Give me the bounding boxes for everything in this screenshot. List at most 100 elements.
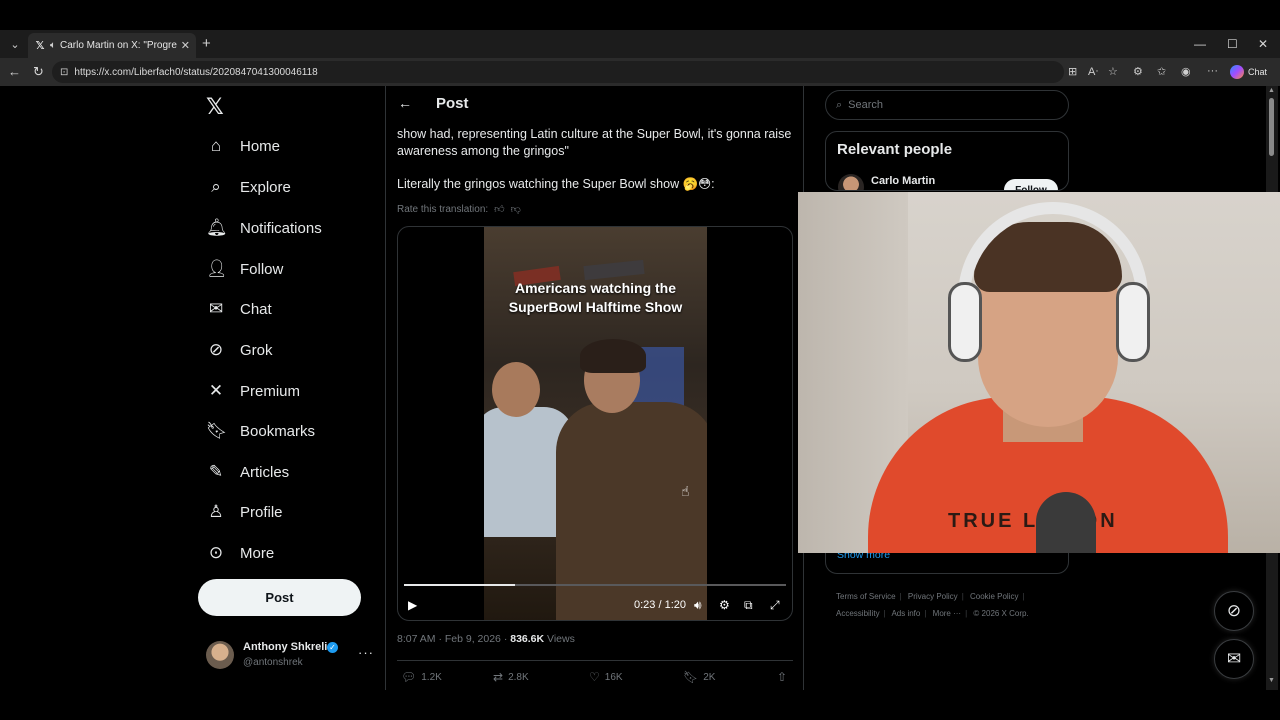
more-link[interactable]: More ··· [933,609,961,618]
fullscreen-icon[interactable]: ⤢ [770,598,780,613]
footer-links: Terms of Service | Privacy Policy | Cookie… [836,588,1066,622]
separator: | [965,609,968,618]
reply-button[interactable]: 💬︎ 1.2K [401,670,442,684]
minimize-icon[interactable]: — [1194,37,1206,51]
refresh-icon[interactable]: ↻ [33,64,44,80]
thumbs-down-icon[interactable]: 👎︎ [511,203,521,215]
avatar [206,641,234,669]
play-icon[interactable]: ▶ [408,598,417,612]
video-person-left-head [492,362,540,417]
nav-item-profile[interactable]: ♙ Profile [206,499,282,525]
microphone [1036,492,1096,553]
search-box[interactable]: ⌕ [825,90,1069,120]
settings-more-icon[interactable]: ··· [1207,65,1218,77]
separator: | [899,592,902,601]
webcam-overlay: TRUE LEGION [798,192,1280,553]
follow-icon: 👤︎ [206,259,228,278]
account-handle: @antonshrek [243,657,303,668]
bookmark-icon: 🔖︎ [206,421,228,440]
x-logo-icon[interactable]: 𝕏 [206,94,224,120]
maximize-icon[interactable]: ☐ [1227,37,1238,51]
x-favicon-icon: 𝕏 [35,40,45,52]
video-caption-line: Americans watching the [514,280,677,296]
scroll-up-icon[interactable]: ▲ [1268,87,1275,94]
accessibility-link[interactable]: Accessibility [836,609,880,618]
back-arrow-icon[interactable]: ← [8,64,21,79]
relevant-person-name[interactable]: Carlo Martin [871,175,935,187]
reply-count: 1.2K [421,671,442,683]
back-arrow-icon[interactable]: ← [398,95,412,111]
profile-avatar-icon[interactable]: ◉ [1181,65,1191,78]
new-tab-icon[interactable]: + [202,35,211,52]
post-actions: 💬︎ 1.2K ⇄ 2.8K ♡ 16K 🔖︎ 2K ⇧ [397,670,793,684]
favorite-star-icon[interactable]: ☆ [1108,65,1118,78]
video-progress-bar[interactable] [404,584,786,586]
nav-item-more[interactable]: ⊙ More [206,540,274,566]
post-button[interactable]: Post [198,579,361,616]
page-title: Post [436,95,469,112]
thumbs-up-icon[interactable]: 👍︎ [494,203,504,215]
grok-float-button[interactable]: ⊘ [1214,591,1254,631]
pip-icon[interactable]: ⧉ [744,598,753,613]
volume-icon[interactable]: 🔊︎ [694,598,702,613]
nav-item-articles[interactable]: ✎ Articles [206,459,289,485]
copilot-icon [1230,65,1244,79]
tab-close-icon[interactable]: ✕ [181,39,190,52]
favorites-icon[interactable]: ✩ [1157,65,1166,78]
share-button[interactable]: ⇧ [777,670,787,684]
extension-icon[interactable]: ⚙ [1133,65,1143,78]
account-name: Anthony Shkreli [243,641,328,653]
person-icon: ♙ [208,502,224,521]
app-available-icon[interactable]: ⊞ [1068,65,1077,78]
speaker-icon[interactable]: 🔈︎ [50,40,56,51]
post-timestamp[interactable]: 8:07 AM · Feb 9, 2026 · [397,633,510,645]
repost-button[interactable]: ⇄ 2.8K [493,670,529,684]
read-aloud-icon[interactable]: Aᐧ [1088,65,1098,78]
nav-item-grok[interactable]: ⊘ Grok [206,337,273,363]
messages-float-button[interactable]: ✉ [1214,639,1254,679]
follow-button[interactable]: Follow [1004,179,1058,190]
separator: | [924,609,927,618]
divider [397,660,793,661]
browser-tab-active[interactable]: 𝕏 🔈︎ Carlo Martin on X: "Progres ✕ [28,33,196,58]
nav-item-notifications[interactable]: 🔔︎ Notifications [206,215,322,241]
like-button[interactable]: ♡ 16K [589,670,623,684]
cookie-link[interactable]: Cookie Policy [970,592,1018,601]
copilot-chat-button[interactable]: Chat [1230,62,1267,82]
heart-icon: ♡ [589,670,600,684]
url-text: https://x.com/Liberfach0/status/20208470… [74,66,318,78]
bookmark-button[interactable]: 🔖︎ 2K [683,670,715,684]
address-bar[interactable]: ⊡ https://x.com/Liberfach0/status/202084… [52,61,1064,83]
ads-info-link[interactable]: Ads info [891,609,920,618]
nav-item-follow[interactable]: 👤︎ Follow [206,256,283,282]
scrollbar-thumb[interactable] [1269,98,1274,156]
mail-icon: ✉ [208,299,224,318]
nav-item-chat[interactable]: ✉ Chat [206,296,272,322]
repost-count: 2.8K [508,671,529,683]
nav-label: Grok [240,341,273,359]
site-info-icon[interactable]: ⊡ [60,67,68,78]
terms-link[interactable]: Terms of Service [836,592,896,601]
grok-icon: ⊘ [208,340,224,359]
search-input[interactable] [848,99,1039,111]
avatar[interactable] [838,174,864,190]
separator: | [883,609,886,618]
video-player[interactable]: Americans watching the SuperBowl Halftim… [397,226,793,621]
repost-icon: ⇄ [493,670,504,684]
rate-translation: Rate this translation: 👍︎ 👎︎ [397,203,521,216]
account-switcher[interactable]: Anthony Shkreli ✓ @antonshrek ··· [206,639,376,671]
scroll-down-icon[interactable]: ▼ [1268,677,1275,684]
video-frame[interactable]: Americans watching the SuperBowl Halftim… [484,227,707,620]
window-close-icon[interactable]: ✕ [1258,37,1268,51]
nav-label: More [240,544,275,562]
nav-item-premium[interactable]: ✕ Premium [206,378,300,404]
account-more-icon[interactable]: ··· [358,645,374,660]
nav-item-home[interactable]: ⌂ Home [206,133,280,159]
nav-item-explore[interactable]: ⌕ Explore [206,174,291,200]
tab-list-chevron-icon[interactable]: ⌄ [6,35,24,53]
settings-gear-icon[interactable]: ⚙ [719,598,730,612]
bookmark-icon: 🔖︎ [683,670,699,684]
copyright: © 2026 X Corp. [973,609,1029,618]
privacy-link[interactable]: Privacy Policy [908,592,958,601]
nav-item-bookmarks[interactable]: 🔖︎ Bookmarks [206,418,315,444]
